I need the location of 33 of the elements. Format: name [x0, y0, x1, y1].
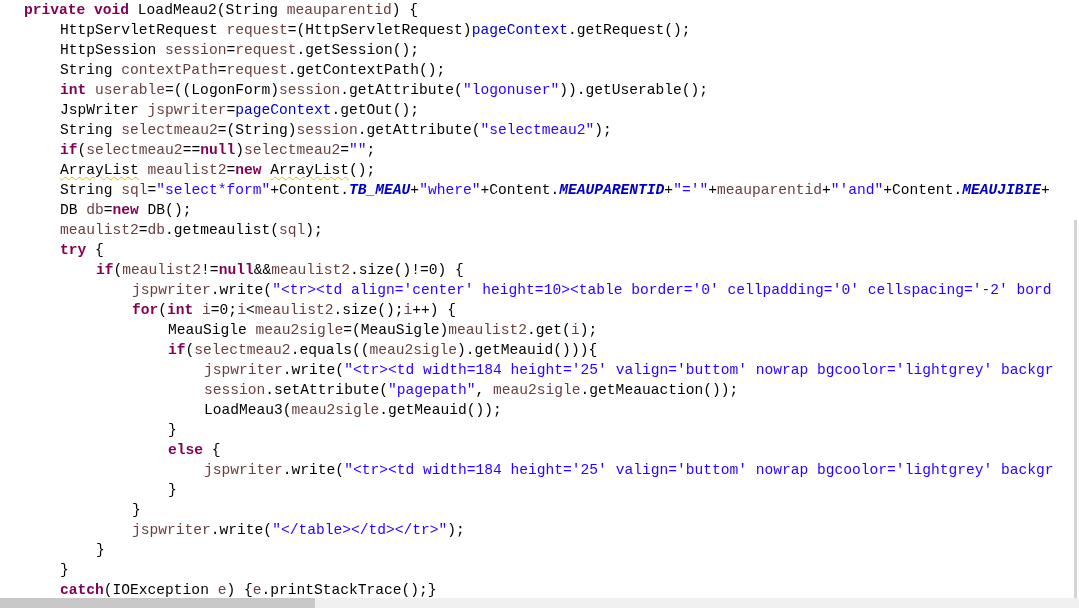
horizontal-scrollbar-thumb[interactable]	[0, 598, 315, 608]
code-line: }	[131, 501, 141, 520]
horizontal-scrollbar[interactable]	[0, 598, 1079, 608]
code-line: try {	[59, 241, 104, 260]
code-line: meaulist2=db.getmeaulist(sql);	[59, 221, 323, 240]
code-line: }	[167, 421, 177, 440]
code-line: DB db=new DB();	[59, 201, 192, 220]
code-line: LoadMeau3(meau2sigle.getMeauid());	[203, 401, 502, 420]
code-line: if(selectmeau2==null)selectmeau2="";	[59, 141, 376, 160]
code-line: }	[167, 481, 177, 500]
code-line: JspWriter jspwriter=pageContext.getOut();	[59, 101, 420, 120]
code-line: HttpServletRequest request=(HttpServletRequest)pageContext.getRequest();	[59, 21, 691, 40]
code-line: }	[95, 541, 105, 560]
code-line: else {	[167, 441, 221, 460]
code-line: jspwriter.write("<tr><td width=184 height='25' valign='buttom' nowrap bgcoolor='lightgrey' backgr	[203, 461, 1054, 480]
code-line: jspwriter.write("<tr><td align='center' height=10><table border='0' cellpadding='0' cellspacing='-2' bord	[131, 281, 1052, 300]
code-line: ArrayList meaulist2=new ArrayList();	[59, 161, 376, 180]
code-line: jspwriter.write("<tr><td width=184 height='25' valign='buttom' nowrap bgcoolor='lightgrey' backgr	[203, 361, 1054, 380]
code-line: for(int i=0;i<meaulist2.size();i++) {	[131, 301, 457, 320]
code-line: HttpSession session=request.getSession();	[59, 41, 420, 60]
vertical-scrollbar-thumb[interactable]	[1074, 220, 1077, 598]
code-line: String sql="select*form"+Content.TB_MEAU+"where"+Content.MEAUPARENTID+"='"+meauparentid+"'and"+Content.MEAUJIBIE+	[59, 181, 1050, 200]
code-line: String contextPath=request.getContextPath();	[59, 61, 446, 80]
code-line: int userable=((LogonForm)session.getAttribute("logonuser")).getUserable();	[59, 81, 709, 100]
code-line: if(meaulist2!=null&&meaulist2.size()!=0) {	[95, 261, 464, 280]
code-line: private void LoadMeau2(String meauparentid) {	[24, 1, 419, 20]
code-line: jspwriter.write("</table></td></tr>");	[131, 521, 465, 540]
code-line: }	[59, 561, 69, 580]
code-line: String selectmeau2=(String)session.getAttribute("selectmeau2");	[59, 121, 612, 140]
code-line: if(selectmeau2.equals((meau2sigle).getMeauid())){	[167, 341, 598, 360]
code-line: session.setAttribute("pagepath", meau2sigle.getMeauaction());	[203, 381, 739, 400]
code-line: catch(IOException e) {e.printStackTrace();}	[59, 581, 437, 598]
code-line: MeauSigle meau2sigle=(MeauSigle)meaulist2.get(i);	[167, 321, 598, 340]
